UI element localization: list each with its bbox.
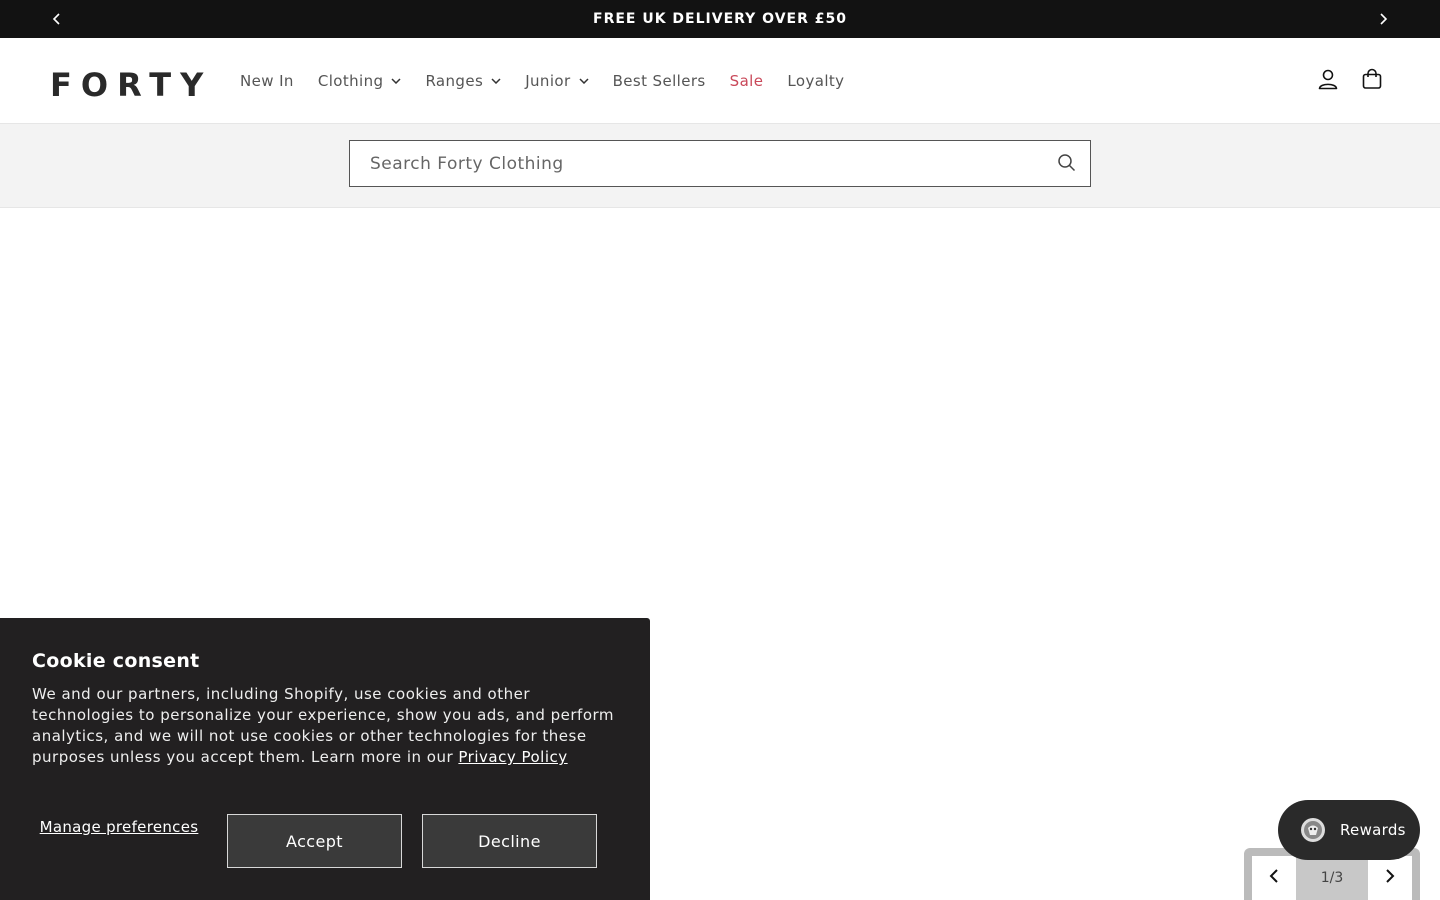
nav-item-sale[interactable]: Sale [718,72,776,90]
account-button[interactable] [1315,68,1341,94]
manage-preferences-button[interactable]: Manage preferences [32,818,206,837]
search-band [0,124,1440,208]
search-input[interactable] [350,141,1030,186]
rewards-launcher[interactable]: Rewards [1278,800,1420,860]
cart-button[interactable] [1359,68,1385,94]
nav-item-label: Loyalty [787,72,845,90]
nav-item-label: Best Sellers [612,72,706,90]
cart-icon [1361,68,1383,94]
slide-next-button[interactable] [1368,856,1412,900]
cookie-consent-panel: Cookie consent We and our partners, incl… [0,618,650,900]
brand-logo[interactable]: FORTY [50,66,212,104]
nav-item-clothing[interactable]: Clothing [306,72,414,90]
nav-item-new-in[interactable]: New In [228,72,306,90]
announcement-prev-button[interactable] [38,0,76,38]
nav-item-label: Ranges [425,72,484,90]
privacy-policy-link[interactable]: Privacy Policy [458,748,567,766]
slide-prev-button[interactable] [1252,856,1296,900]
nav-item-label: Sale [729,72,764,90]
chevron-right-icon [1384,868,1396,888]
main-nav: New In Clothing Ranges Junior Best Selle… [228,38,856,124]
chevron-down-icon [491,78,501,84]
search-box [349,140,1091,187]
chevron-down-icon [579,78,589,84]
nav-item-junior[interactable]: Junior [513,72,600,90]
nav-item-loyalty[interactable]: Loyalty [775,72,856,90]
chevron-down-icon [391,78,401,84]
nav-item-ranges[interactable]: Ranges [413,72,513,90]
cookie-body: We and our partners, including Shopify, … [32,684,622,768]
chevron-left-icon [52,10,62,29]
announcement-bar: FREE UK DELIVERY OVER £50 [0,0,1440,38]
nav-item-label: Junior [525,72,571,90]
nav-item-label: New In [240,72,294,90]
nav-item-best-sellers[interactable]: Best Sellers [601,72,718,90]
nav-item-label: Clothing [317,72,384,90]
slide-counter: 1/3 [1296,856,1368,900]
chevron-right-icon [1378,10,1388,29]
site-header: FORTY New In Clothing Ranges Junior Best… [0,38,1440,124]
decline-button[interactable]: Decline [422,814,597,868]
rewards-badge-icon [1298,815,1328,845]
search-button[interactable] [1054,152,1078,176]
accept-button[interactable]: Accept [227,814,402,868]
cookie-title: Cookie consent [32,650,200,672]
announcement-next-button[interactable] [1364,0,1402,38]
announcement-text: FREE UK DELIVERY OVER £50 [593,11,847,27]
chevron-left-icon [1268,868,1280,888]
search-icon [1057,153,1076,176]
cookie-actions: Manage preferences Accept Decline [32,814,598,868]
account-icon [1317,68,1339,94]
rewards-label: Rewards [1340,821,1406,839]
